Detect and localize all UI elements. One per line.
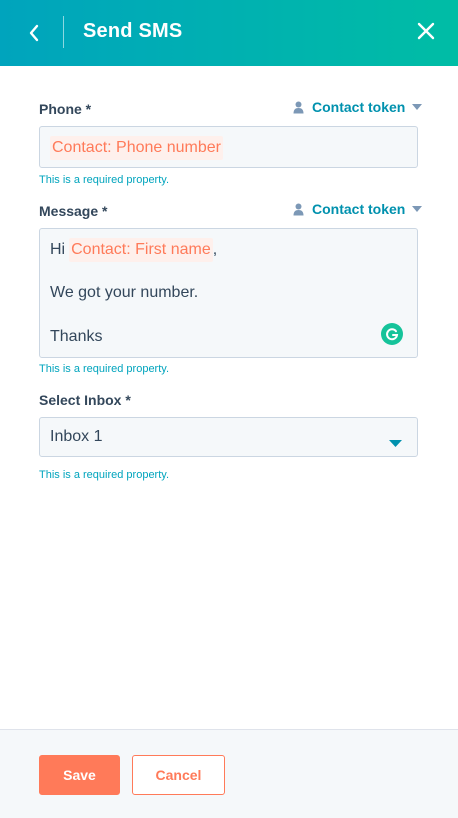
page-title: Send SMS — [83, 20, 183, 42]
message-line-3: Thanks — [50, 328, 103, 345]
message-line-1: Hi Contact: First name , — [50, 238, 217, 262]
message-token-chip[interactable]: Contact: First name — [69, 238, 213, 262]
save-button[interactable]: Save — [39, 755, 120, 795]
phone-required-hint: This is a required property. — [39, 174, 170, 186]
message-contact-token-button[interactable]: Contact token — [293, 201, 423, 217]
caret-down-icon — [412, 104, 423, 110]
message-greeting-suffix: , — [212, 241, 218, 258]
phone-token-chip[interactable]: Contact: Phone number — [50, 136, 223, 160]
inbox-label: Select Inbox * — [39, 392, 131, 408]
message-label: Message * — [39, 203, 108, 219]
phone-label: Phone * — [39, 101, 92, 117]
message-greeting: Hi — [50, 241, 66, 258]
close-button[interactable] — [410, 15, 442, 47]
back-button[interactable] — [18, 17, 50, 49]
panel-header: Send SMS — [0, 0, 458, 66]
panel-footer: Save Cancel — [0, 729, 458, 818]
person-icon — [293, 101, 304, 114]
cancel-button[interactable]: Cancel — [132, 755, 225, 795]
close-icon — [417, 22, 435, 40]
grammarly-icon[interactable] — [381, 323, 403, 345]
inbox-select[interactable]: Inbox 1 — [39, 417, 418, 457]
person-icon — [293, 203, 304, 216]
phone-input[interactable]: Contact: Phone number — [39, 126, 418, 168]
dropdown-caret-icon — [389, 434, 402, 452]
inbox-required-hint: This is a required property. — [39, 469, 170, 481]
message-textarea[interactable]: Hi Contact: First name , We got your num… — [39, 228, 418, 358]
phone-contact-token-label: Contact token — [312, 99, 406, 115]
header-divider — [63, 16, 64, 48]
caret-down-icon — [412, 206, 423, 212]
message-line-2: We got your number. — [50, 284, 199, 301]
message-required-hint: This is a required property. — [39, 363, 170, 375]
phone-contact-token-button[interactable]: Contact token — [293, 99, 423, 115]
inbox-selected-value: Inbox 1 — [50, 428, 103, 445]
chevron-left-icon — [29, 24, 39, 42]
message-contact-token-label: Contact token — [312, 201, 406, 217]
